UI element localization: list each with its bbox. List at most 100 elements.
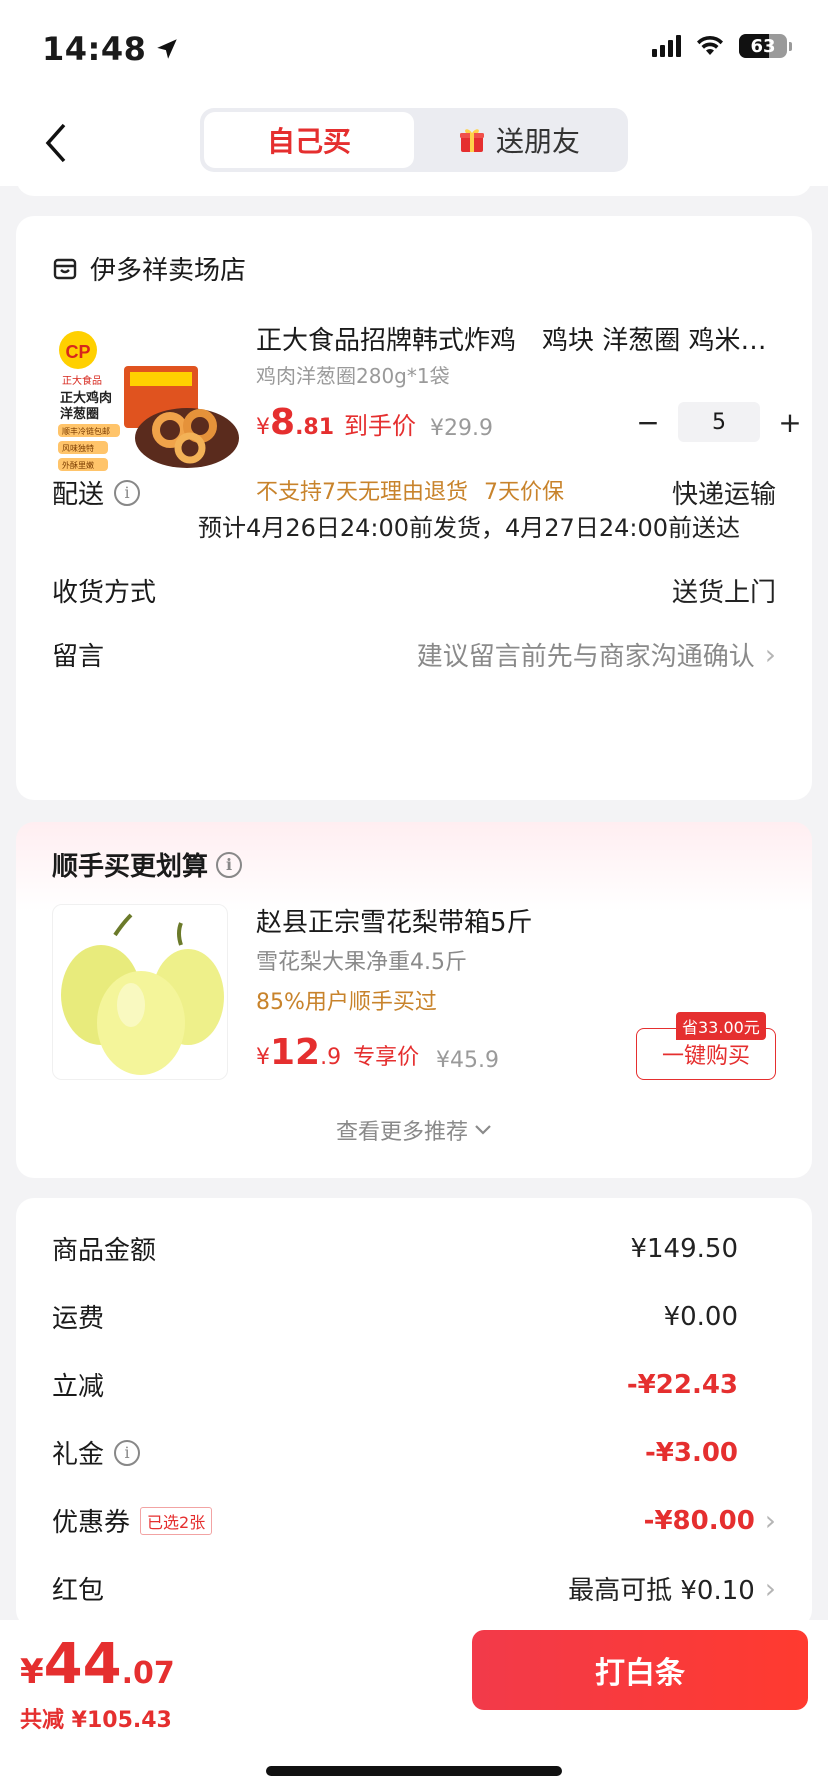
tab-buy-self-label: 自己买 — [266, 125, 351, 158]
delivery-row: 配送 i 快递运输 — [52, 474, 776, 511]
recommend-title: 顺手买更划算 — [52, 852, 209, 882]
see-more-label: 查看更多推荐 — [335, 1120, 468, 1145]
quantity-input[interactable]: 5 — [678, 402, 760, 442]
price-tag: 到手价 — [344, 412, 417, 440]
wifi-icon — [697, 35, 723, 55]
status-time: 14:48 — [42, 30, 180, 68]
goods-amount-value: ¥149.50 — [630, 1233, 738, 1264]
package-line1: 正大鸡肉 — [60, 390, 112, 406]
package-tag2: 风味独特 — [62, 443, 94, 453]
clock: 14:48 — [42, 30, 147, 68]
package-tag1: 顺丰冷链包邮 — [62, 426, 110, 436]
instant-discount-value: -¥22.43 — [626, 1369, 738, 1400]
package-line2: 洋葱圈 — [60, 406, 99, 422]
brand-cn-text: 正大食品 — [62, 374, 102, 387]
chevron-left-icon — [45, 123, 66, 163]
shipping-value: ¥0.00 — [663, 1301, 738, 1332]
goods-amount-row: 商品金额 ¥149.50 — [52, 1230, 776, 1267]
gift-icon — [459, 129, 484, 152]
info-icon[interactable]: i — [216, 851, 243, 878]
quantity-stepper: − 5 + — [628, 402, 810, 442]
previous-card-edge — [16, 176, 812, 196]
chevron-right-icon: › — [764, 638, 776, 671]
brand-logo-text: CP — [65, 342, 90, 362]
total-saving[interactable]: 共减 ¥105.43 — [20, 1702, 172, 1734]
goods-amount-label: 商品金额 — [52, 1236, 157, 1266]
total-decimal: .07 — [121, 1656, 175, 1691]
receive-method-value: 送货上门 — [671, 578, 776, 608]
delivery-value: 快递运输 — [671, 480, 776, 510]
delivery-label: 配送 — [52, 480, 105, 510]
total-price: ¥ 44 .07 — [20, 1632, 175, 1697]
shipping-row: 运费 ¥0.00 — [52, 1298, 776, 1335]
price-tag: 专享价 — [353, 1045, 420, 1070]
battery-tip — [789, 41, 792, 51]
product-sku[interactable]: 鸡肉洋葱圈280g*1袋 — [256, 360, 450, 389]
shop-name: 伊多祥卖场店 — [90, 256, 247, 286]
gift-money-value: -¥3.00 — [644, 1437, 738, 1468]
coupon-row[interactable]: 优惠券 已选2张 -¥80.00 › — [52, 1502, 776, 1539]
increase-quantity-button[interactable]: + — [770, 402, 810, 442]
shipping-label: 运费 — [52, 1304, 105, 1334]
total-integer: 44 — [43, 1632, 122, 1697]
tab-send-friend[interactable]: 送朋友 — [414, 112, 624, 168]
recommend-card: 顺手买更划算 i 赵县正宗雪花梨带箱5斤 雪花梨大果净重4.5斤 85%用户顺手… — [16, 822, 812, 1178]
red-packet-value: 最高可抵 ¥0.10 — [568, 1576, 755, 1606]
nav-bar: 自己买 送朋友 — [0, 100, 828, 186]
coupon-value: -¥80.00 — [643, 1505, 755, 1536]
product-original-price: ¥29.9 — [430, 416, 493, 441]
gift-money-row: 礼金 i -¥3.00 — [52, 1434, 776, 1471]
delivery-estimate: 预计4月26日24:00前发货，4月27日24:00前送达 — [198, 514, 740, 542]
coupon-label: 优惠券 — [52, 1508, 131, 1538]
total-symbol: ¥ — [20, 1652, 44, 1692]
recommend-product-name[interactable]: 赵县正宗雪花梨带箱5斤 — [256, 902, 533, 939]
price-integer: 12 — [270, 1032, 321, 1073]
home-indicator[interactable] — [266, 1766, 562, 1776]
instant-discount-label: 立减 — [52, 1372, 105, 1402]
decrease-quantity-button[interactable]: − — [628, 402, 668, 442]
receive-method-label: 收货方式 — [52, 578, 157, 608]
save-badge: 省33.00元 — [676, 1012, 766, 1040]
tab-send-friend-label: 送朋友 — [495, 125, 580, 158]
message-label: 留言 — [52, 642, 105, 672]
order-card: 伊多祥卖场店 CP 正大食品 正大鸡肉 洋葱圈 顺丰冷链包邮 风味独特 外酥里嫩… — [16, 216, 812, 800]
chevron-down-icon — [475, 1125, 491, 1135]
instant-discount-row: 立减 -¥22.43 — [52, 1366, 776, 1403]
pay-with-baitiao-button[interactable]: 打白条 — [472, 1630, 808, 1710]
recommend-product-image[interactable] — [52, 904, 228, 1080]
tab-buy-self[interactable]: 自己买 — [204, 112, 414, 168]
shop-header[interactable]: 伊多祥卖场店 — [52, 250, 246, 287]
info-icon[interactable]: i — [114, 479, 141, 506]
package-tag3: 外酥里嫩 — [62, 460, 94, 470]
product-final-price: ¥ 8 .81 到手价 — [256, 402, 416, 443]
cellular-signal-icon — [652, 35, 681, 57]
status-bar: 14:48 63 — [0, 0, 828, 100]
store-icon — [53, 258, 77, 279]
price-symbol: ¥ — [256, 415, 270, 440]
message-hint: 建议留言前先与商家沟通确认 — [416, 642, 755, 672]
recommend-price: ¥ 12 .9 专享价 — [256, 1032, 419, 1073]
product-title[interactable]: 正大食品招牌韩式炸鸡 鸡块 洋葱圈 鸡米… — [256, 320, 786, 357]
price-integer: 8 — [270, 402, 296, 443]
product-image[interactable]: CP 正大食品 正大鸡肉 洋葱圈 顺丰冷链包邮 风味独特 外酥里嫩 — [52, 326, 242, 476]
purchase-mode-switch: 自己买 送朋友 — [200, 108, 628, 172]
message-row[interactable]: 留言 建议留言前先与商家沟通确认 › — [52, 636, 776, 673]
see-more-recommend-link[interactable]: 查看更多推荐 — [16, 1114, 812, 1146]
chevron-right-icon: › — [764, 1572, 776, 1605]
price-decimal: .81 — [295, 415, 335, 440]
recommend-header: 顺手买更划算 i — [52, 846, 243, 883]
info-icon[interactable]: i — [114, 1439, 141, 1466]
recommend-product-spec: 雪花梨大果净重4.5斤 — [256, 950, 467, 975]
gift-money-label: 礼金 — [52, 1440, 105, 1470]
checkout-bar: ¥ 44 .07 共减 ¥105.43 打白条 — [0, 1620, 828, 1792]
red-packet-row[interactable]: 红包 最高可抵 ¥0.10 › — [52, 1570, 776, 1607]
battery-icon: 63 — [739, 34, 787, 58]
red-packet-label: 红包 — [52, 1576, 105, 1606]
chevron-right-icon: › — [764, 1504, 776, 1537]
receive-method-row[interactable]: 收货方式 送货上门 — [52, 572, 776, 609]
price-summary-card: 商品金额 ¥149.50 运费 ¥0.00 立减 -¥22.43 礼金 i -¥… — [16, 1198, 812, 1628]
status-indicators: 63 — [652, 34, 792, 58]
price-decimal: .9 — [320, 1045, 342, 1070]
back-button[interactable] — [44, 118, 84, 168]
location-arrow-icon — [157, 39, 178, 59]
